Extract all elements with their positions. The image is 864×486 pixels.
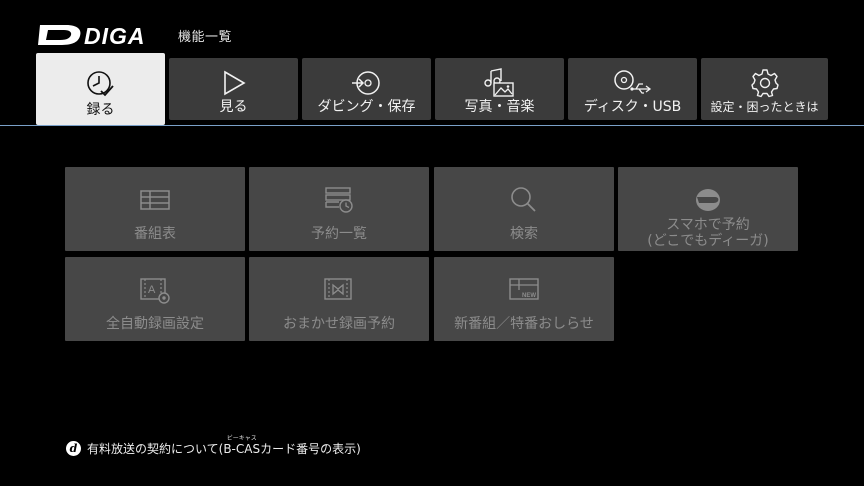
tile-search[interactable]: 検索 bbox=[434, 167, 614, 251]
tile-program-guide[interactable]: 番組表 bbox=[65, 167, 245, 251]
tab-label: 写真・音楽 bbox=[464, 99, 535, 115]
tile-auto-record-settings[interactable]: A 全自動録画設定 bbox=[65, 257, 245, 341]
tile-label-line1: スマホで予約 bbox=[666, 217, 750, 233]
tile-smartphone-reservation[interactable]: スマホで予約 (どこでもディーガ) bbox=[618, 167, 798, 251]
search-icon bbox=[508, 185, 540, 215]
tab-dubbing[interactable]: ダビング・保存 bbox=[302, 58, 431, 120]
clock-check-icon bbox=[84, 69, 118, 99]
disc-arrow-icon bbox=[350, 68, 384, 98]
svg-text:NEW: NEW bbox=[522, 293, 536, 299]
tab-settings[interactable]: 設定・困ったときは bbox=[701, 58, 828, 120]
d-button-icon: d bbox=[66, 441, 81, 456]
tile-label: 検索 bbox=[510, 226, 538, 242]
tab-watch[interactable]: 見る bbox=[169, 58, 298, 120]
new-program-icon: NEW bbox=[507, 275, 541, 305]
tab-label: 設定・困ったときは bbox=[710, 100, 819, 114]
header-divider bbox=[0, 125, 864, 126]
play-icon bbox=[220, 68, 248, 98]
tab-disc-usb[interactable]: ディスク・USB bbox=[568, 58, 697, 120]
footer-text-after: カード番号の表示) bbox=[260, 442, 361, 456]
tile-label: 番組表 bbox=[134, 226, 176, 242]
tab-photo-music[interactable]: 写真・音楽 bbox=[435, 58, 564, 120]
gear-icon bbox=[750, 68, 780, 98]
svg-text:A: A bbox=[148, 284, 156, 296]
tile-auto-record-reservation[interactable]: おまかせ録画予約 bbox=[249, 257, 429, 341]
tile-label: 新番組／特番おしらせ bbox=[454, 316, 594, 332]
program-guide-icon bbox=[139, 185, 171, 215]
bcas-info-link[interactable]: d 有料放送の契約について( ビーキャス B-CAS カード番号の表示) bbox=[66, 435, 361, 457]
bcas-text: B-CAS bbox=[223, 441, 261, 456]
bcas-ruby: ビーキャス bbox=[226, 434, 257, 442]
tile-label: 全自動録画設定 bbox=[106, 316, 204, 332]
tile-label-line2: (どこでもディーガ) bbox=[647, 233, 769, 249]
reservation-list-icon bbox=[323, 185, 355, 215]
disc-usb-icon bbox=[613, 68, 653, 98]
footer-text-before: 有料放送の契約について( bbox=[87, 442, 224, 456]
smartphone-diga-icon bbox=[691, 185, 725, 215]
auto-record-settings-icon: A bbox=[138, 275, 172, 305]
tile-label: 予約一覧 bbox=[311, 226, 367, 242]
photo-music-icon bbox=[483, 68, 517, 98]
logo-text: DIGA bbox=[84, 23, 146, 48]
tab-label: ダビング・保存 bbox=[317, 99, 416, 115]
auto-record-reservation-icon bbox=[322, 275, 356, 305]
tab-label: 見る bbox=[219, 99, 248, 115]
tile-label: おまかせ録画予約 bbox=[283, 316, 395, 332]
tile-reservation-list[interactable]: 予約一覧 bbox=[249, 167, 429, 251]
tab-label: ディスク・USB bbox=[583, 99, 682, 115]
function-list-screen: DIGA 機能一覧 録る 見る ダビング・保存 写真・音楽 ディスク・USB 設… bbox=[0, 0, 864, 486]
tab-label: 録る bbox=[86, 102, 115, 118]
diga-logo: DIGA bbox=[38, 23, 146, 48]
page-title: 機能一覧 bbox=[178, 30, 233, 45]
tab-record[interactable]: 録る bbox=[36, 53, 165, 125]
tile-new-program-notice[interactable]: NEW 新番組／特番おしらせ bbox=[434, 257, 614, 341]
bcas-label: ビーキャス B-CAS bbox=[223, 435, 261, 456]
